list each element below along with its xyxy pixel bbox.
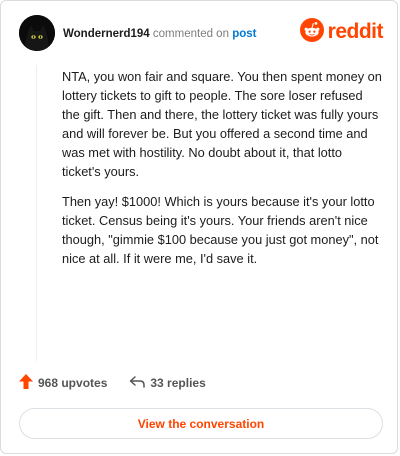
thread-line[interactable] xyxy=(36,65,37,361)
comment-body: NTA, you won fair and square. You then s… xyxy=(62,67,382,279)
replies-stat[interactable]: 33 replies xyxy=(129,375,206,392)
reddit-logo[interactable]: reddit xyxy=(299,17,384,47)
comment-paragraph: Then yay! $1000! Which is yours because … xyxy=(62,194,379,266)
reddit-wordmark: reddit xyxy=(327,20,384,43)
post-link[interactable]: post xyxy=(232,28,256,40)
comment-header: Wondernerd194 commented on post reddit xyxy=(19,15,384,55)
comment-embed-card: Wondernerd194 commented on post reddit N… xyxy=(0,0,398,454)
reddit-alien-icon xyxy=(299,17,324,47)
reply-arrow-icon xyxy=(129,375,150,392)
comment-meta: Wondernerd194 commented on post xyxy=(63,27,256,41)
view-conversation-button[interactable]: View the conversation xyxy=(19,408,383,439)
action-text: commented on xyxy=(152,28,229,40)
replies-count: 33 replies xyxy=(150,376,206,390)
upvote-arrow-icon xyxy=(19,374,38,392)
upvotes-stat[interactable]: 968 upvotes xyxy=(19,374,107,392)
black-cat-avatar-icon[interactable] xyxy=(19,15,55,51)
comment-paragraph: NTA, you won fair and square. You then s… xyxy=(62,69,382,179)
upvotes-count: 968 upvotes xyxy=(38,376,108,390)
comment-stats: 968 upvotes 33 replies xyxy=(19,373,206,393)
username-link[interactable]: Wondernerd194 xyxy=(63,28,150,40)
